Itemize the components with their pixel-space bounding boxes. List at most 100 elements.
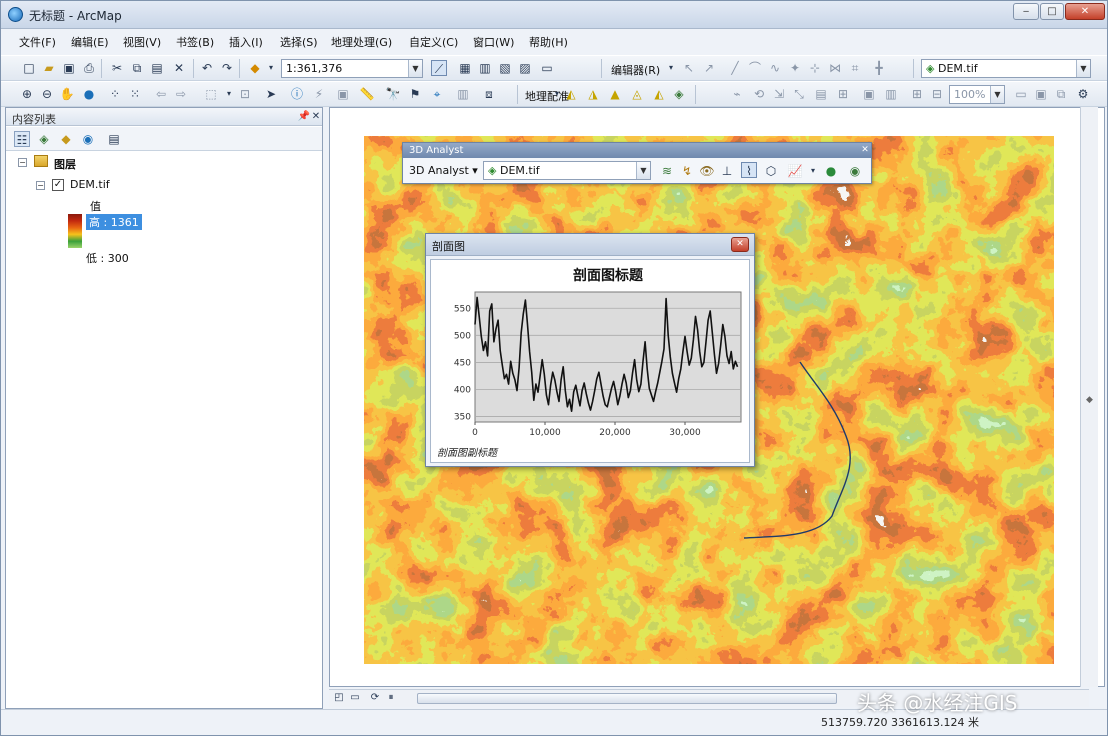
reshape-icon[interactable]: ⋈ (827, 60, 843, 76)
new-document-icon[interactable]: □ (21, 60, 37, 76)
globe-tool-icon[interactable]: ◈ (671, 86, 687, 102)
toc-close-icon[interactable]: ✕ (308, 109, 324, 125)
menu-view[interactable]: 视图(V) (123, 34, 161, 50)
find-route-icon[interactable]: ⚑ (407, 86, 423, 102)
copy-icon[interactable]: ⧉ (129, 60, 145, 76)
collapse-layers-icon[interactable]: − (18, 158, 27, 167)
add-data-dropdown-icon[interactable]: ▾ (263, 60, 279, 76)
hyperlink-icon[interactable]: ⚡ (311, 86, 327, 102)
chevron-down-icon[interactable]: ▼ (990, 86, 1004, 103)
profile-graph-dropdown-icon[interactable]: ▾ (805, 163, 821, 179)
georef-link-icon[interactable]: ⌁ (729, 86, 745, 102)
clear-selection-icon[interactable]: ⊡ (237, 86, 253, 102)
trace-icon[interactable]: ∿ (767, 60, 783, 76)
list-by-visibility-icon[interactable]: ◆ (58, 131, 74, 147)
edit-vertices-icon[interactable]: ⊹ (807, 60, 823, 76)
undo-icon[interactable]: ↶ (199, 60, 215, 76)
georef-fit-icon[interactable]: ⊞ (835, 86, 851, 102)
map-vertical-scrollbar[interactable]: ◆ (1080, 107, 1098, 687)
html-popup-icon[interactable]: ▣ (335, 86, 351, 102)
delete-icon[interactable]: ✕ (171, 60, 187, 76)
close-button[interactable]: ✕ (1065, 3, 1105, 20)
editor-menu-label[interactable]: 编辑器(R) (611, 62, 660, 78)
straight-segment-icon[interactable]: ╱ (727, 60, 743, 76)
toggle-draft-mode-icon[interactable]: ▭ (1013, 86, 1029, 102)
georef-table-icon[interactable]: ▤ (813, 86, 829, 102)
layout-view-icon[interactable]: ▭ (347, 690, 363, 706)
data-view-icon[interactable]: ◰ (331, 690, 347, 706)
arcscene-icon[interactable]: ● (823, 163, 839, 179)
list-by-selection-icon[interactable]: ◉ (80, 131, 96, 147)
save-icon[interactable]: ▣ (61, 60, 77, 76)
edit-annotation-icon[interactable]: ↗ (701, 60, 717, 76)
pan-icon[interactable]: ✋ (59, 86, 75, 102)
list-by-source-icon[interactable]: ◈ (36, 131, 52, 147)
fixed-zoom-in-icon[interactable]: ⁘ (107, 86, 123, 102)
open-folder-icon[interactable]: ▰ (41, 60, 57, 76)
identify-icon[interactable]: ⓘ (289, 86, 305, 102)
maximize-button[interactable]: □ (1040, 3, 1064, 20)
time-slider-icon[interactable]: ▥ (455, 86, 471, 102)
pause-drawing-icon[interactable]: ⏸ (383, 690, 399, 706)
print-icon[interactable]: ⎙ (81, 60, 97, 76)
terrain-tool-icon[interactable]: ◬ (629, 86, 645, 102)
profile-graph-titlebar[interactable]: 剖面图 ✕ (426, 234, 754, 256)
tin-tool-icon[interactable]: ▲ (607, 86, 623, 102)
georef-shift-icon[interactable]: ⇲ (771, 86, 787, 102)
contour-tool-icon[interactable]: ◭ (651, 86, 667, 102)
search-window-icon[interactable]: ▧ (497, 60, 513, 76)
layout-zoom-out-icon[interactable]: ⊟ (929, 86, 945, 102)
zoom-whole-page-icon[interactable]: ▣ (861, 86, 877, 102)
select-by-rectangle-icon[interactable]: ⬚ (203, 86, 219, 102)
profile-graph-close-icon[interactable]: ✕ (731, 237, 749, 252)
zoom-out-icon[interactable]: ⊖ (39, 86, 55, 102)
data-driven-pages-icon[interactable]: ⚙ (1075, 86, 1091, 102)
layout-zoom-in-icon[interactable]: ⊞ (909, 86, 925, 102)
legend-high-value[interactable]: 高 : 1361 (86, 214, 142, 230)
redo-icon[interactable]: ↷ (219, 60, 235, 76)
python-window-icon[interactable]: ▭ (539, 60, 555, 76)
cone-tool-icon[interactable]: ◮ (585, 86, 601, 102)
layer-name[interactable]: DEM.tif (70, 178, 110, 191)
menu-customize[interactable]: 自定义(C) (409, 34, 458, 50)
scrollbar-thumb[interactable] (417, 693, 837, 704)
menu-help[interactable]: 帮助(H) (529, 34, 568, 50)
menu-geoprocessing[interactable]: 地理处理(G) (331, 34, 392, 50)
create-viewer-window-icon[interactable]: ⧈ (481, 86, 497, 102)
editor-dropdown-icon[interactable]: ▾ (663, 60, 679, 76)
select-elements-icon[interactable]: ➤ (263, 86, 279, 102)
end-point-arc-icon[interactable]: ⌒ (747, 60, 763, 76)
measure-icon[interactable]: 📏 (359, 86, 375, 102)
layers-group-label[interactable]: 图层 (54, 156, 76, 172)
split-icon[interactable]: ╋ (871, 60, 887, 76)
paste-icon[interactable]: ▤ (149, 60, 165, 76)
georef-scale-icon[interactable]: ⤡ (791, 86, 807, 102)
zoom-in-icon[interactable]: ⊕ (19, 86, 35, 102)
interpolate-line-icon[interactable]: ⌇ (741, 162, 757, 178)
profile-chart[interactable]: 剖面图标题 550 500 450 400 3500 10,000 20,000 30,000 剖… (431, 260, 749, 462)
chevron-down-icon[interactable]: ▼ (1076, 60, 1090, 77)
find-icon[interactable]: 🔭 (385, 86, 401, 102)
menu-edit[interactable]: 编辑(E) (71, 34, 109, 50)
zoom-percent-combo[interactable]: 100% ▼ (949, 85, 1005, 104)
3d-analyst-menu[interactable]: 3D Analyst ▾ (409, 164, 478, 177)
go-back-icon[interactable]: ⇦ (153, 86, 169, 102)
chevron-down-icon[interactable]: ▼ (636, 162, 650, 179)
chevron-down-icon[interactable]: ▼ (408, 60, 422, 77)
catalog-window-icon[interactable]: ▥ (477, 60, 493, 76)
interpolate-polygon-icon[interactable]: ⬡ (763, 163, 779, 179)
steepest-path-icon[interactable]: ↯ (679, 163, 695, 179)
arctoolbox-icon[interactable]: ▨ (517, 60, 533, 76)
toolbar-close-icon[interactable]: ✕ (857, 143, 873, 157)
select-dropdown-icon[interactable]: ▾ (221, 86, 237, 102)
change-layout-icon[interactable]: ⧉ (1053, 86, 1069, 102)
menu-window[interactable]: 窗口(W) (473, 34, 514, 50)
georef-rotate-icon[interactable]: ⟲ (751, 86, 767, 102)
line-of-sight-icon[interactable]: 👁 (699, 163, 715, 179)
editor-toolbar-icon[interactable]: ⟋ (431, 60, 447, 76)
table-of-contents-icon[interactable]: ▦ (457, 60, 473, 76)
cut-icon[interactable]: ✂ (109, 60, 125, 76)
interpolate-point-icon[interactable]: ⊥ (719, 163, 735, 179)
focus-data-frame-icon[interactable]: ▣ (1033, 86, 1049, 102)
map-scale-combo[interactable]: 1:361,376 ▼ (281, 59, 423, 78)
